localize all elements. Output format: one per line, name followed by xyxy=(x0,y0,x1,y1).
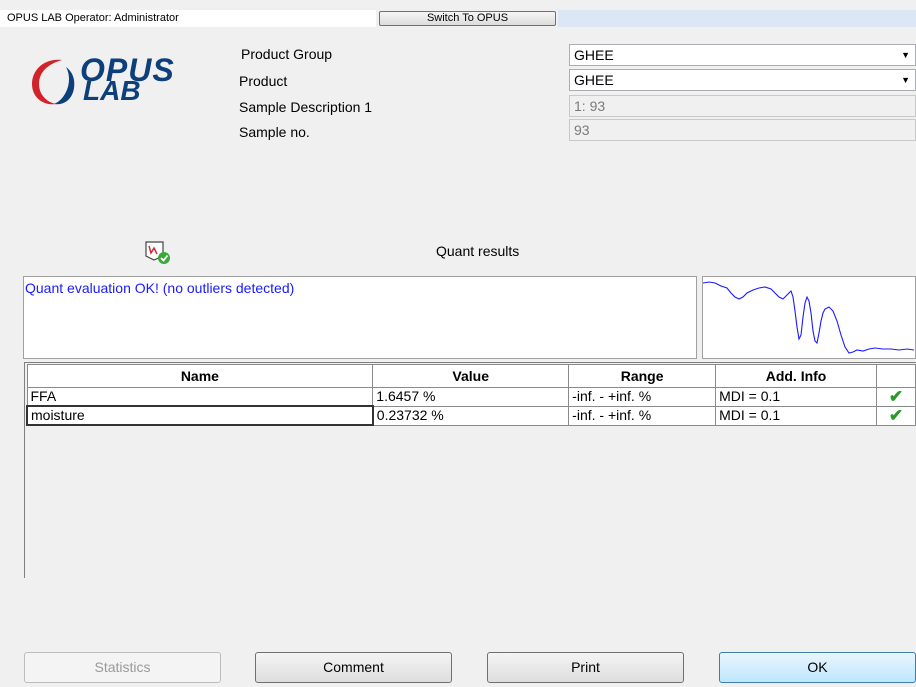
opus-lab-logo: OPUS LAB xyxy=(28,52,174,110)
cell-name: moisture xyxy=(26,405,374,426)
logo-lab-text: LAB xyxy=(83,75,141,106)
spectrum-line xyxy=(702,281,915,354)
ok-button[interactable]: OK xyxy=(719,652,916,683)
results-table: Name Value Range Add. Info FFA 1.6457 % … xyxy=(26,364,916,426)
chevron-down-icon: ▼ xyxy=(901,50,910,60)
quant-results-heading: Quant results xyxy=(436,243,520,259)
sample-no-label: Sample no. xyxy=(239,124,310,140)
chevron-down-icon: ▼ xyxy=(901,75,910,85)
product-select[interactable]: GHEE ▼ xyxy=(569,69,916,91)
quant-status-box: Quant evaluation OK! (no outliers detect… xyxy=(23,276,697,359)
quant-check-icon xyxy=(143,238,173,266)
table-row[interactable]: FFA 1.6457 % -inf. - +inf. % MDI = 0.1 ✔ xyxy=(26,387,916,407)
cell-value: 0.23732 % xyxy=(372,405,570,426)
column-header-add-info[interactable]: Add. Info xyxy=(715,364,877,388)
logo-swirl-icon xyxy=(32,59,75,105)
window-title: OPUS LAB Operator: Administrator xyxy=(0,10,376,27)
product-label: Product xyxy=(239,73,288,89)
product-value: GHEE xyxy=(574,72,614,88)
checkmark-icon: ✔ xyxy=(875,405,916,426)
results-table-area: Name Value Range Add. Info FFA 1.6457 % … xyxy=(24,362,916,578)
cell-add-info: MDI = 0.1 xyxy=(715,405,877,426)
product-group-select[interactable]: GHEE ▼ xyxy=(569,44,916,66)
column-header-name[interactable]: Name xyxy=(26,364,374,388)
cell-range: -inf. - +inf. % xyxy=(568,387,717,407)
checkmark-icon: ✔ xyxy=(875,387,916,407)
spectrum-preview[interactable] xyxy=(702,276,916,359)
cell-range: -inf. - +inf. % xyxy=(568,405,717,426)
product-group-label: Product Group xyxy=(241,46,333,62)
sample-description-label: Sample Description 1 xyxy=(239,99,373,115)
quant-status-message: Quant evaluation OK! (no outliers detect… xyxy=(25,280,295,296)
table-header-row: Name Value Range Add. Info xyxy=(26,364,916,388)
comment-button[interactable]: Comment xyxy=(255,652,452,683)
table-row[interactable]: moisture 0.23732 % -inf. - +inf. % MDI =… xyxy=(26,405,916,426)
column-header-status[interactable] xyxy=(875,364,916,388)
cell-value: 1.6457 % xyxy=(372,387,570,407)
product-group-value: GHEE xyxy=(574,47,614,63)
column-header-range[interactable]: Range xyxy=(568,364,717,388)
column-header-value[interactable]: Value xyxy=(372,364,570,388)
statistics-button[interactable]: Statistics xyxy=(24,652,221,683)
print-button[interactable]: Print xyxy=(487,652,684,683)
title-bar-right xyxy=(558,10,916,27)
switch-to-opus-button[interactable]: Switch To OPUS xyxy=(379,11,556,26)
cell-add-info: MDI = 0.1 xyxy=(715,387,877,407)
sample-no-field: 93 xyxy=(569,119,916,141)
cell-name: FFA xyxy=(26,387,374,407)
sample-description-field: 1: 93 xyxy=(569,95,916,117)
